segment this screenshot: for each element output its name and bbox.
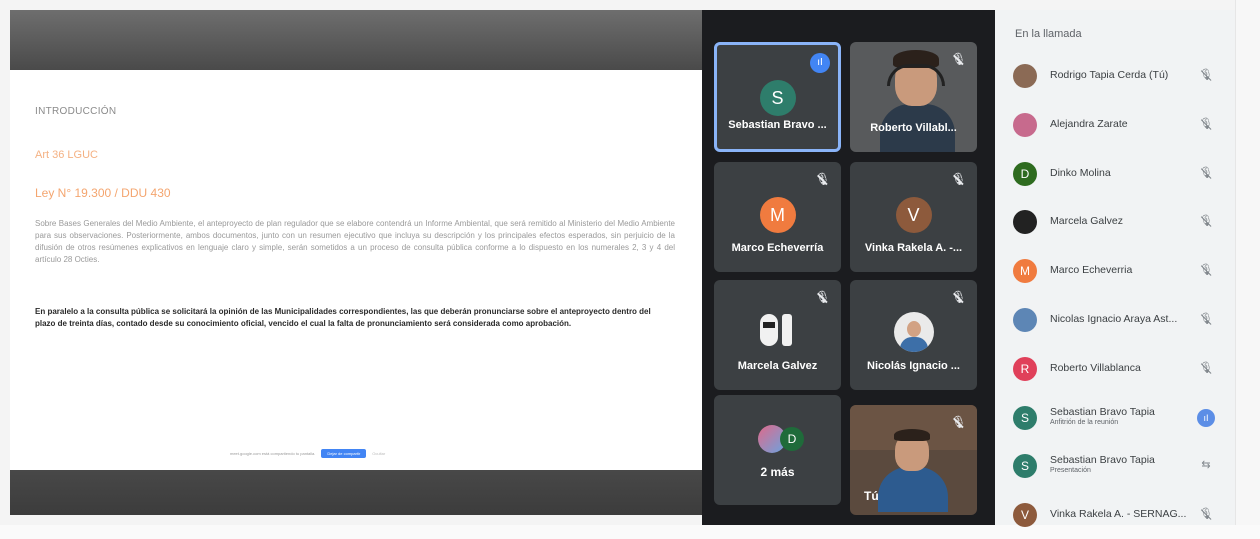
tile-roberto-villablanca[interactable]: 🎙 Roberto Villabl... bbox=[850, 42, 977, 152]
muted-mic-icon[interactable]: 🎙 bbox=[1199, 263, 1213, 277]
tile-sebastian-bravo[interactable]: S ıI Sebastian Bravo ... bbox=[714, 42, 841, 152]
speaking-icon: ıI bbox=[810, 53, 830, 73]
screen-share-bar: meet.google.com está compartiendo tu pan… bbox=[230, 447, 470, 460]
slide-heading-intro: INTRODUCCIÓN bbox=[35, 106, 117, 117]
hide-share-bar-button[interactable]: Ocultar bbox=[372, 451, 385, 456]
tile-name: Nicolás Ignacio ... bbox=[867, 360, 960, 372]
muted-mic-icon[interactable]: 🎙 bbox=[1199, 117, 1213, 131]
tile-nicolas-ignacio[interactable]: 🎙 Nicolás Ignacio ... bbox=[850, 280, 977, 390]
participant-avatar: S bbox=[1013, 454, 1037, 479]
tile-name: Marcela Galvez bbox=[737, 360, 818, 372]
participant-row[interactable]: Nicolas Ignacio Araya Ast... 🎙 bbox=[995, 296, 1235, 344]
muted-mic-icon[interactable]: 🎙 bbox=[1199, 361, 1213, 375]
participant-row[interactable]: M Marco Echeverria 🎙 bbox=[995, 247, 1235, 295]
presentation-icon[interactable]: ⇆ bbox=[1199, 458, 1213, 472]
presentation-area: INTRODUCCIÓN Art 36 LGUC Ley N° 19.300 /… bbox=[10, 10, 702, 515]
participants-panel: En la llamada Rodrigo Tapia Cerda (Tú) 🎙 A… bbox=[995, 10, 1235, 528]
participant-name: Sebastian Bravo Tapia bbox=[1050, 405, 1155, 418]
participant-avatar bbox=[1013, 64, 1037, 88]
tile-marcela-galvez[interactable]: 🎙 Marcela Galvez bbox=[714, 280, 841, 390]
participant-row[interactable]: S Sebastian Bravo Tapia Presentación ⇆ bbox=[995, 442, 1235, 490]
panel-title: En la llamada bbox=[1015, 28, 1082, 40]
speaking-icon[interactable]: ıI bbox=[1197, 408, 1215, 427]
avatar bbox=[893, 312, 934, 352]
meet-window: INTRODUCCIÓN Art 36 LGUC Ley N° 19.300 /… bbox=[0, 0, 1260, 528]
stacked-avatars: D bbox=[758, 425, 804, 455]
presentation-top-band bbox=[10, 10, 702, 70]
participant-avatar: V bbox=[1013, 503, 1037, 528]
participant-role: Presentación bbox=[1050, 467, 1091, 475]
muted-mic-icon[interactable]: 🎙 bbox=[1199, 312, 1213, 326]
tile-name: Sebastian Bravo ... bbox=[728, 119, 827, 131]
tile-name: Vinka Rakela A. -... bbox=[864, 242, 963, 254]
participant-name: Marcela Galvez bbox=[1050, 215, 1123, 228]
tile-name: Marco Echeverría bbox=[731, 242, 824, 254]
muted-mic-icon: 🎙 bbox=[815, 290, 831, 304]
presentation-bottom-band bbox=[10, 470, 702, 515]
slide-heading-art: Art 36 LGUC bbox=[35, 149, 98, 161]
tile-vinka-rakela[interactable]: 🎙 V Vinka Rakela A. -... bbox=[850, 162, 977, 272]
tile-self-view[interactable]: 🎙 Tú bbox=[850, 405, 977, 515]
participant-name: Vinka Rakela A. - SERNAG... bbox=[1050, 508, 1187, 521]
participant-avatar bbox=[1013, 210, 1037, 235]
participant-name: Marco Echeverria bbox=[1050, 264, 1133, 277]
participant-role: Anfitrión de la reunión bbox=[1050, 418, 1119, 426]
participant-avatar bbox=[1013, 112, 1037, 137]
slide-heading-ley: Ley N° 19.300 / DDU 430 bbox=[35, 186, 171, 200]
stop-sharing-button[interactable]: Dejar de compartir bbox=[321, 449, 367, 458]
tile-name: Tú bbox=[864, 489, 879, 503]
muted-mic-icon: 🎙 bbox=[951, 172, 967, 186]
slide-paragraph-2: En paralelo a la consulta pública se sol… bbox=[35, 307, 651, 328]
muted-mic-icon[interactable]: 🎙 bbox=[1199, 507, 1213, 521]
share-bar-text: meet.google.com está compartiendo tu pan… bbox=[230, 451, 316, 456]
participant-name: Alejandra Zarate bbox=[1050, 117, 1128, 130]
avatar: S bbox=[759, 80, 796, 116]
avatar bbox=[758, 310, 798, 350]
participant-name: Rodrigo Tapia Cerda (Tú) bbox=[1050, 69, 1169, 81]
video-grid: S ıI Sebastian Bravo ... 🎙 Roberto Villa… bbox=[702, 10, 995, 525]
muted-mic-icon: 🎙 bbox=[951, 415, 967, 429]
participant-row[interactable]: V Vinka Rakela A. - SERNAG... 🎙 bbox=[995, 491, 1235, 539]
avatar: V bbox=[895, 197, 932, 233]
presentation-slide: INTRODUCCIÓN Art 36 LGUC Ley N° 19.300 /… bbox=[10, 70, 702, 480]
muted-mic-icon[interactable]: 🎙 bbox=[1199, 214, 1213, 228]
muted-mic-icon[interactable]: 🎙 bbox=[1199, 68, 1213, 82]
slide-paragraph-1: Sobre Bases Generales del Medio Ambiente… bbox=[35, 219, 675, 264]
panel-edge bbox=[1235, 0, 1260, 525]
participant-row[interactable]: Rodrigo Tapia Cerda (Tú) 🎙 bbox=[995, 52, 1235, 100]
tile-name: Roberto Villabl... bbox=[870, 122, 957, 134]
participant-name: Dinko Molina bbox=[1050, 166, 1111, 179]
muted-mic-icon: 🎙 bbox=[815, 172, 831, 186]
participant-avatar: D bbox=[1013, 161, 1037, 186]
tile-name: 2 más bbox=[760, 465, 795, 479]
participant-row[interactable]: Alejandra Zarate 🎙 bbox=[995, 101, 1235, 149]
tile-marco-echeverria[interactable]: 🎙 M Marco Echeverría bbox=[714, 162, 841, 272]
participant-row[interactable]: D Dinko Molina 🎙 bbox=[995, 150, 1235, 198]
participant-avatar: S bbox=[1013, 405, 1037, 430]
avatar: M bbox=[759, 197, 796, 233]
participant-row[interactable]: Marcela Galvez 🎙 bbox=[995, 198, 1235, 246]
participant-row[interactable]: R Roberto Villablanca 🎙 bbox=[995, 345, 1235, 393]
muted-mic-icon: 🎙 bbox=[951, 52, 967, 66]
muted-mic-icon[interactable]: 🎙 bbox=[1199, 166, 1213, 180]
participant-name: Roberto Villablanca bbox=[1050, 361, 1141, 374]
participant-row[interactable]: S Sebastian Bravo Tapia Anfitrión de la re… bbox=[995, 394, 1235, 442]
participant-avatar: M bbox=[1013, 259, 1037, 284]
participant-avatar: R bbox=[1013, 356, 1037, 381]
participant-name: Sebastian Bravo Tapia bbox=[1050, 454, 1155, 467]
tile-more-participants[interactable]: D 2 más bbox=[714, 395, 841, 505]
participant-avatar bbox=[1013, 308, 1037, 332]
muted-mic-icon: 🎙 bbox=[951, 290, 967, 304]
participant-name: Nicolas Ignacio Araya Ast... bbox=[1050, 313, 1178, 325]
